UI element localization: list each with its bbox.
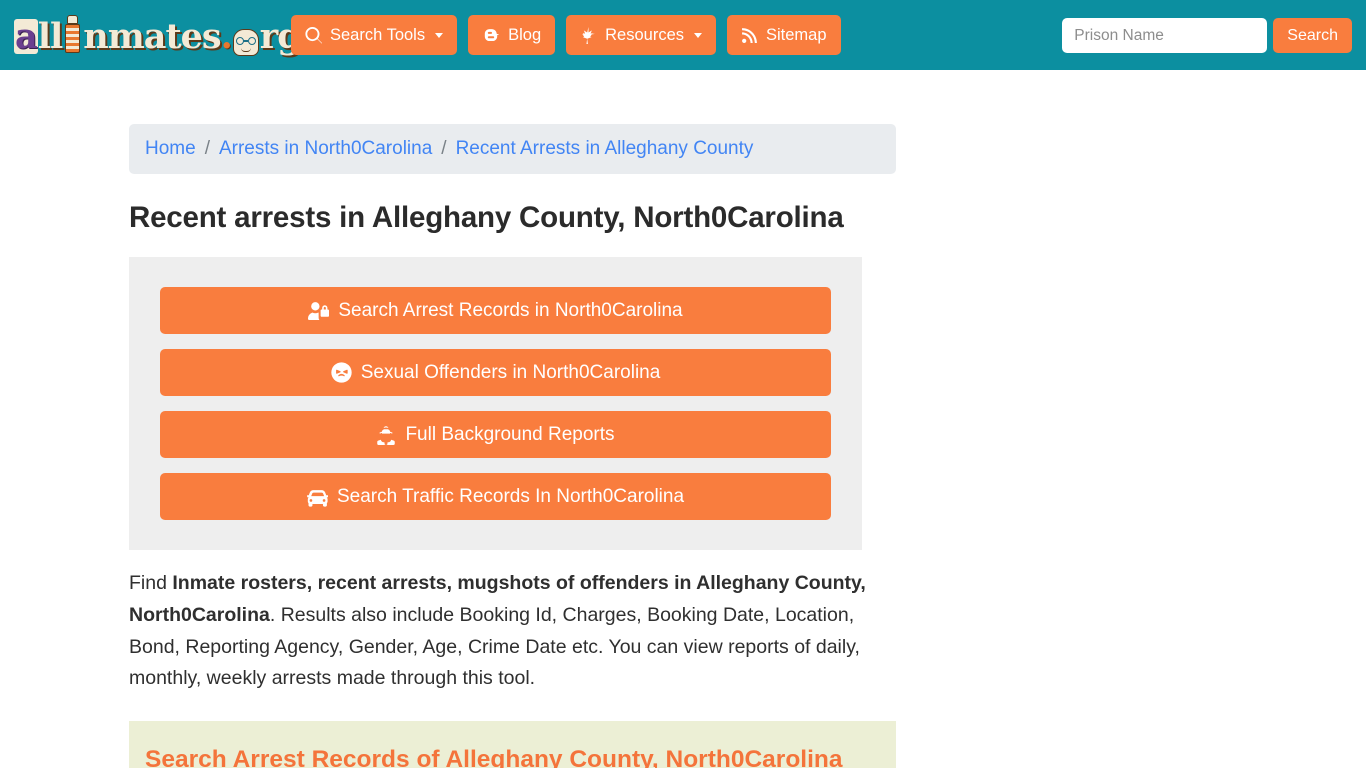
logo-letter-a: a xyxy=(14,16,38,57)
section-heading: Search Arrest Records of Alleghany Count… xyxy=(145,745,843,768)
logo-dot: . xyxy=(220,16,233,57)
nav-item-label: Blog xyxy=(508,25,542,44)
nav-resources-button[interactable]: Resources xyxy=(566,15,716,55)
user-lock-icon xyxy=(308,300,330,321)
breadcrumb-separator: / xyxy=(441,138,447,159)
breadcrumb-item-current[interactable]: Recent Arrests in Alleghany County xyxy=(456,138,754,160)
chevron-down-icon xyxy=(694,32,702,38)
nav-item-label: Search Tools xyxy=(330,25,426,44)
button-label: Search Arrest Records in North0Carolina xyxy=(338,299,683,321)
breadcrumb-item-state[interactable]: Arrests in North0Carolina xyxy=(219,138,432,160)
search-input[interactable] xyxy=(1062,18,1268,53)
search-records-section: Search Arrest Records of Alleghany Count… xyxy=(129,720,896,768)
page-description: Find Inmate rosters, recent arrests, mug… xyxy=(129,568,881,694)
button-label: Sexual Offenders in North0Carolina xyxy=(360,361,661,383)
page-title: Recent arrests in Alleghany County, Nort… xyxy=(129,201,844,234)
header-search: Search xyxy=(1062,18,1352,53)
chevron-down-icon xyxy=(435,32,444,38)
nav-item-label: Resources xyxy=(605,25,684,44)
description-lead: Find xyxy=(129,572,173,595)
search-submit-button[interactable]: Search xyxy=(1273,18,1352,53)
search-icon xyxy=(305,26,322,44)
search-traffic-records-button[interactable]: Search Traffic Records In North0Carolina xyxy=(160,473,831,521)
content-container: Home / Arrests in North0Carolina / Recen… xyxy=(129,124,896,768)
prisoner-icon xyxy=(63,14,82,54)
site-logo[interactable]: a ll nmates. rg xyxy=(14,12,302,57)
full-background-reports-button[interactable]: Full Background Reports xyxy=(160,411,831,459)
breadcrumb-separator: / xyxy=(204,138,210,159)
sexual-offenders-button[interactable]: Sexual Offenders in North0Carolina xyxy=(160,349,831,397)
nav-blog-button[interactable]: Blog xyxy=(468,15,556,55)
skull-face-icon xyxy=(232,29,259,56)
logo-letters-nmates: nmates xyxy=(83,16,221,57)
blogger-icon xyxy=(482,26,500,44)
button-label: Full Background Reports xyxy=(405,423,615,445)
logo-letters-ll: ll xyxy=(37,16,64,57)
nav-search-tools-button[interactable]: Search Tools xyxy=(291,15,458,55)
action-buttons-panel: Search Arrest Records in North0Carolina … xyxy=(129,257,862,551)
site-header: a ll nmates. rg Search Tools Blog Resources xyxy=(0,0,1366,70)
car-icon xyxy=(306,486,328,507)
nav-item-label: Sitemap xyxy=(766,25,827,44)
search-arrest-records-button[interactable]: Search Arrest Records in North0Carolina xyxy=(160,287,831,335)
leaf-icon xyxy=(580,26,597,44)
breadcrumb: Home / Arrests in North0Carolina / Recen… xyxy=(129,124,896,174)
logo-wordmark: a ll nmates. rg xyxy=(14,14,302,57)
nav-sitemap-button[interactable]: Sitemap xyxy=(727,15,841,55)
user-secret-icon xyxy=(376,425,396,445)
main-navigation: Search Tools Blog Resources Sitemap xyxy=(291,15,841,55)
button-label: Search Traffic Records In North0Carolina xyxy=(336,485,685,507)
rss-icon xyxy=(741,27,758,44)
angry-face-icon xyxy=(331,362,352,384)
breadcrumb-item-home[interactable]: Home xyxy=(145,138,196,160)
